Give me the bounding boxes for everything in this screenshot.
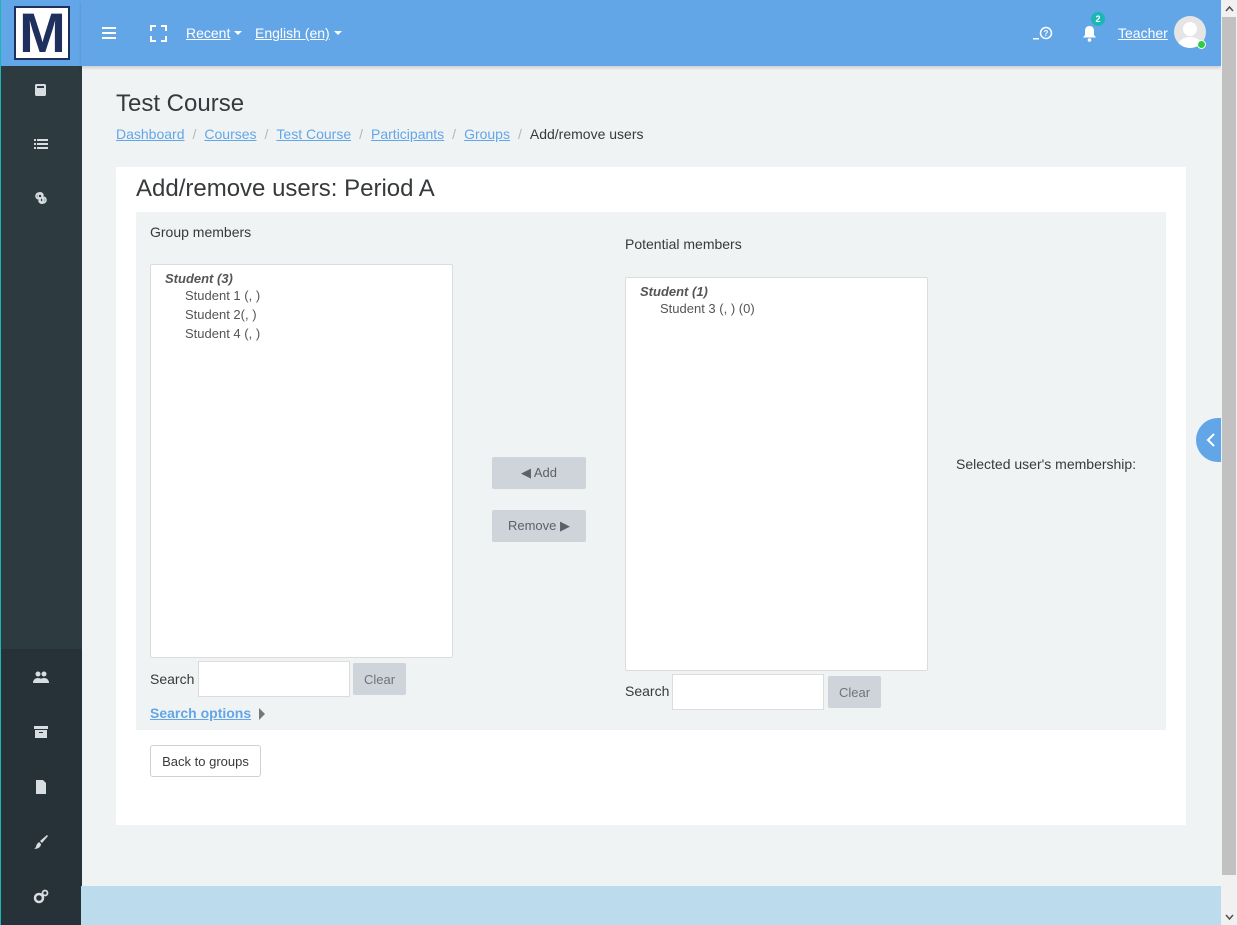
link-icon[interactable] (29, 186, 53, 210)
list-icon[interactable] (29, 132, 53, 156)
potential-members-search-label: Search (625, 683, 670, 699)
potential-members-label: Potential members (625, 236, 742, 252)
group-members-search-input[interactable] (198, 661, 350, 697)
add-button[interactable]: ◀ Add (492, 457, 586, 489)
bell-icon[interactable] (1082, 0, 1097, 66)
expand-arrow-icon (259, 708, 266, 720)
page-footer (81, 886, 1221, 925)
breadcrumb-separator: / (359, 126, 364, 142)
menu-toggle-icon[interactable] (102, 0, 116, 66)
potential-members-clear-button[interactable]: Clear (828, 676, 881, 708)
notification-count-badge: 2 (1091, 12, 1105, 26)
scrollbar-thumb[interactable] (1222, 17, 1236, 875)
svg-text:?: ? (1044, 29, 1049, 38)
main-card: Add/remove users: Period A Group members… (116, 167, 1186, 825)
search-options-link[interactable]: Search options (150, 705, 266, 721)
group-members-optgroup: Student (3) (165, 271, 233, 286)
scroll-down-arrow-icon[interactable] (1221, 908, 1237, 925)
help-icon[interactable]: ? (1033, 0, 1055, 66)
breadcrumb-current: Add/remove users (529, 126, 644, 142)
breadcrumb-separator: / (192, 126, 197, 142)
user-name-label[interactable]: Teacher (1118, 25, 1168, 41)
potential-member-option[interactable]: Student 3 (, ) (0) (660, 301, 755, 316)
left-nav-sidebar: M (0, 0, 82, 925)
fullscreen-icon[interactable] (150, 0, 167, 66)
breadcrumb-separator: / (517, 126, 522, 142)
chevron-left-icon (1206, 433, 1215, 447)
group-members-listbox[interactable]: Student (3) Student 1 (, ) Student 2(, )… (150, 264, 453, 658)
language-menu-label[interactable]: English (en) (255, 25, 330, 41)
breadcrumb-courses[interactable]: Courses (204, 126, 256, 142)
chevron-down-icon (234, 31, 243, 35)
group-members-search-label: Search (150, 671, 195, 687)
archive-icon[interactable] (29, 720, 53, 744)
potential-members-search-input[interactable] (672, 674, 824, 710)
potential-members-listbox[interactable]: Student (1) Student 3 (, ) (0) (625, 277, 928, 671)
membership-panel: Group members Student (3) Student 1 (, )… (136, 212, 1166, 730)
paintbrush-icon[interactable] (29, 830, 53, 854)
site-logo[interactable]: M (13, 1, 70, 64)
group-members-label: Group members (150, 224, 252, 240)
potential-members-optgroup: Student (1) (640, 284, 708, 299)
breadcrumb-separator: / (452, 126, 457, 142)
scroll-up-arrow-icon[interactable] (1221, 0, 1237, 17)
back-to-groups-button[interactable]: Back to groups (150, 745, 261, 777)
book-icon[interactable] (29, 78, 53, 102)
breadcrumb-test-course[interactable]: Test Course (276, 126, 351, 142)
chevron-down-icon (333, 31, 342, 35)
page-title: Test Course (116, 90, 245, 117)
breadcrumb-groups[interactable]: Groups (464, 126, 510, 142)
users-icon[interactable] (29, 665, 53, 689)
gears-icon[interactable] (29, 885, 53, 909)
logo-letter: M (19, 1, 66, 64)
group-member-option[interactable]: Student 2(, ) (185, 307, 257, 322)
breadcrumb: Dashboard / Courses / Test Course / Part… (116, 126, 643, 142)
search-options-label[interactable]: Search options (150, 705, 251, 721)
breadcrumb-participants[interactable]: Participants (371, 126, 444, 142)
file-icon[interactable] (29, 775, 53, 799)
card-title: Add/remove users: Period A (136, 175, 435, 202)
selected-user-membership-label: Selected user's membership: (956, 456, 1137, 472)
recent-menu[interactable]: Recent (186, 0, 243, 66)
breadcrumb-separator: / (264, 126, 269, 142)
group-members-clear-button[interactable]: Clear (353, 663, 406, 695)
group-member-option[interactable]: Student 4 (, ) (185, 326, 260, 341)
recent-menu-label[interactable]: Recent (186, 25, 230, 41)
user-menu[interactable]: Teacher (1118, 0, 1168, 66)
remove-button[interactable]: Remove ▶ (492, 510, 586, 542)
site-logo-container[interactable]: M (1, 0, 82, 66)
group-member-option[interactable]: Student 1 (, ) (185, 288, 260, 303)
language-menu[interactable]: English (en) (255, 0, 342, 66)
online-status-dot (1197, 40, 1206, 49)
breadcrumb-dashboard[interactable]: Dashboard (116, 126, 185, 142)
